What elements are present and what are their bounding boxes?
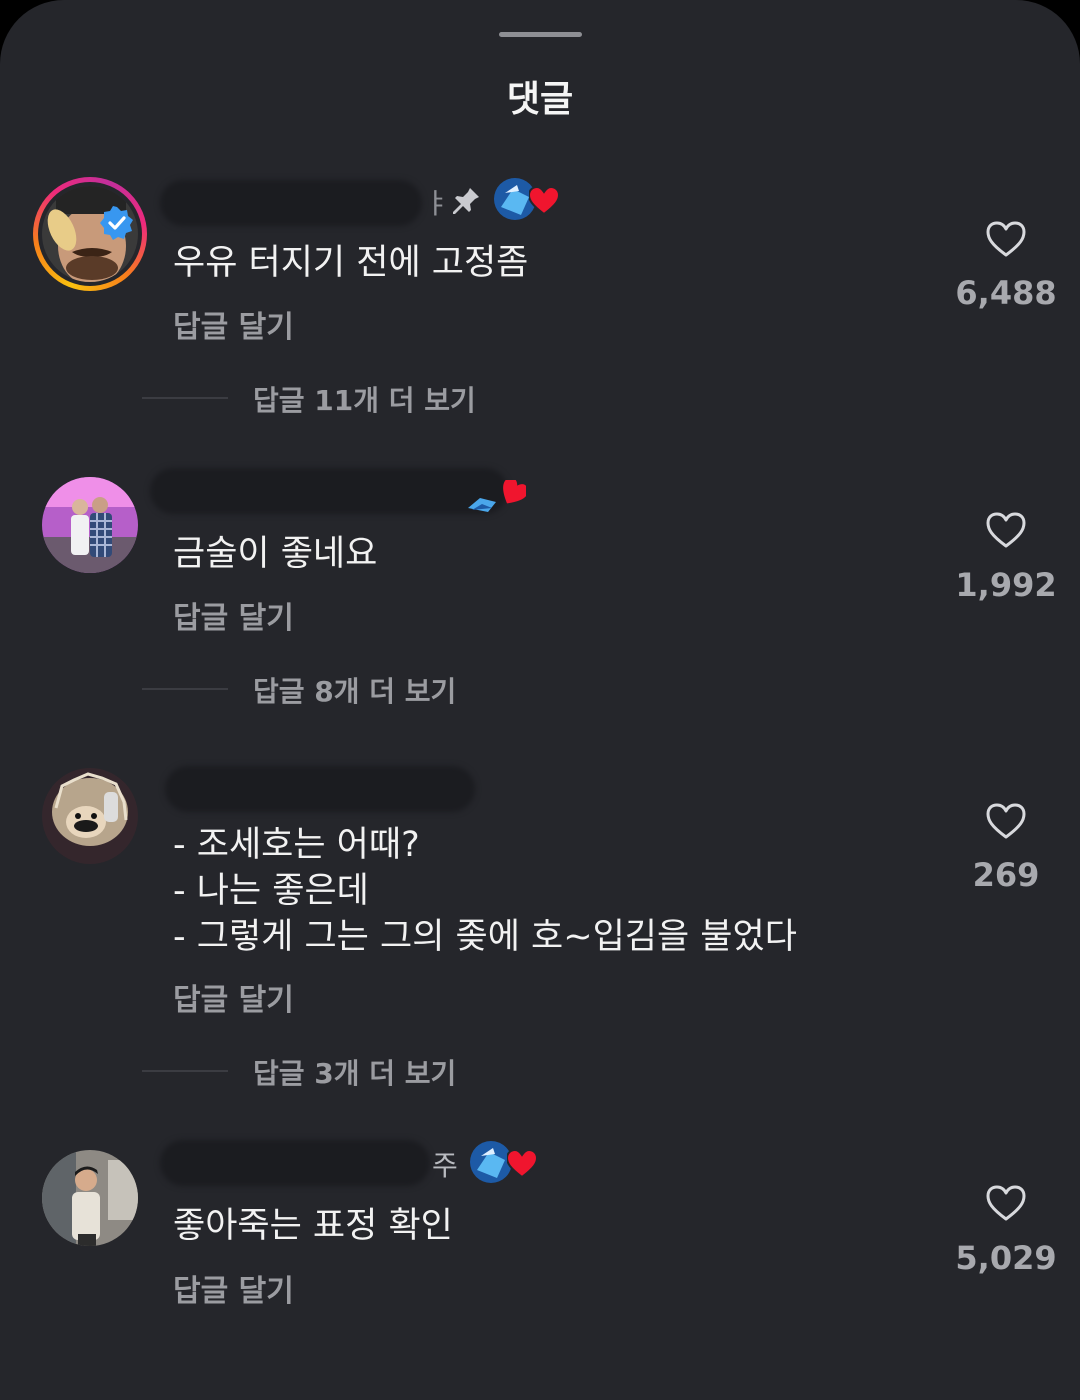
username-redacted[interactable] bbox=[165, 766, 475, 812]
view-more-replies-button[interactable]: 답글 8개 더 보기 bbox=[253, 670, 456, 710]
drag-handle[interactable] bbox=[499, 32, 582, 37]
like-count: 6,488 bbox=[955, 274, 1057, 312]
replies-divider bbox=[142, 1070, 228, 1072]
reply-button[interactable]: 답글 달기 bbox=[173, 1266, 294, 1310]
comment-text: 좋아죽는 표정 확인 bbox=[173, 1206, 453, 1246]
verified-badge-icon bbox=[100, 206, 133, 240]
reply-button[interactable]: 답글 달기 bbox=[173, 593, 294, 637]
view-more-replies-button[interactable]: 답글 3개 더 보기 bbox=[253, 1052, 456, 1092]
username-redacted[interactable] bbox=[150, 468, 508, 514]
avatar[interactable] bbox=[42, 1150, 138, 1246]
creator-liked-heart-icon bbox=[503, 480, 526, 504]
creator-reaction bbox=[469, 1140, 541, 1188]
view-more-replies-button[interactable]: 답글 11개 더 보기 bbox=[253, 379, 476, 419]
comment-text: 금술이 좋네요 bbox=[173, 534, 378, 574]
heart-outline-icon[interactable] bbox=[985, 220, 1027, 258]
username-tail: ㅑ bbox=[424, 187, 450, 220]
comments-sheet: 댓글 ㅑ 우유 터지기 전에 고정좀 답글 달기 6,488 답글 11개 더 … bbox=[0, 0, 1080, 1400]
username-redacted[interactable] bbox=[160, 1140, 430, 1186]
replies-divider bbox=[142, 397, 228, 399]
comment-text: 우유 터지기 전에 고정좀 bbox=[173, 243, 529, 283]
avatar[interactable] bbox=[42, 768, 138, 864]
like-count: 1,992 bbox=[955, 566, 1057, 604]
creator-liked-heart-icon bbox=[529, 187, 559, 215]
replies-divider bbox=[142, 688, 228, 690]
like-count: 269 bbox=[972, 856, 1040, 894]
avatar[interactable] bbox=[42, 477, 138, 573]
like-count: 5,029 bbox=[955, 1239, 1057, 1277]
sheet-title: 댓글 bbox=[506, 79, 574, 120]
creator-liked-heart-icon bbox=[507, 1150, 537, 1178]
heart-outline-icon[interactable] bbox=[985, 802, 1027, 840]
reply-button[interactable]: 답글 달기 bbox=[173, 975, 294, 1019]
reply-button[interactable]: 답글 달기 bbox=[173, 302, 294, 346]
heart-outline-icon[interactable] bbox=[985, 511, 1027, 549]
username-tail: 주 bbox=[432, 1149, 458, 1182]
heart-outline-icon[interactable] bbox=[985, 1184, 1027, 1222]
creator-reaction bbox=[493, 177, 565, 225]
creator-reaction bbox=[466, 478, 528, 514]
pin-icon bbox=[453, 188, 479, 214]
username-redacted[interactable] bbox=[160, 180, 422, 226]
comment-text: - 조세호는 어때? - 나는 좋은데 - 그렇게 그는 그의 좆에 호~입김을… bbox=[173, 825, 797, 957]
